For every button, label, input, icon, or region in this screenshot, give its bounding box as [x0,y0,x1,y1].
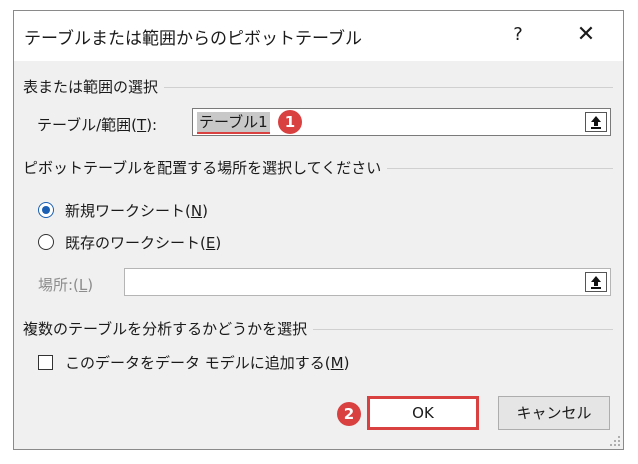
cancel-button[interactable]: キャンセル [498,396,610,430]
collapse-arrow-icon [591,116,601,129]
title-bar: テーブルまたは範囲からのピボットテーブル ? ✕ [14,11,623,61]
source-group-label: 表または範囲の選択 [23,76,165,97]
add-to-data-model-label[interactable]: このデータをデータ モデルに追加する(M) [65,352,349,373]
add-to-data-model-checkbox[interactable] [38,355,53,370]
dialog-title: テーブルまたは範囲からのピボットテーブル [24,29,362,49]
collapse-arrow-icon [591,276,601,289]
table-range-value: テーブル1 [197,112,270,134]
new-sheet-label[interactable]: 新規ワークシート(N) [65,200,208,221]
existing-sheet-label[interactable]: 既存のワークシート(E) [65,232,221,253]
close-button[interactable]: ✕ [569,18,603,52]
annotation-badge-1: 1 [278,110,302,134]
help-button[interactable]: ? [503,18,533,52]
multi-table-group-label: 複数のテーブルを分析するかどうかを選択 [23,318,314,339]
table-range-collapse-button[interactable] [585,112,607,132]
location-input[interactable] [124,268,611,296]
pivot-table-dialog: テーブルまたは範囲からのピボットテーブル ? ✕ 表または範囲の選択 テーブル/… [13,10,624,450]
existing-sheet-radio[interactable] [38,234,54,250]
table-range-input[interactable]: テーブル1 [192,108,611,136]
new-sheet-radio[interactable] [38,202,54,218]
screenshot-canvas: テーブルまたは範囲からのピボットテーブル ? ✕ 表または範囲の選択 テーブル/… [0,0,638,464]
table-range-label: テーブル/範囲(T): [37,116,158,134]
annotation-badge-2: 2 [337,402,361,426]
ok-button[interactable]: OK [367,396,479,430]
location-label: 場所:(L) [38,276,94,294]
placement-group-label: ピボットテーブルを配置する場所を選択してください [23,157,388,178]
resize-grip-icon[interactable] [609,435,621,447]
location-collapse-button[interactable] [585,272,607,292]
